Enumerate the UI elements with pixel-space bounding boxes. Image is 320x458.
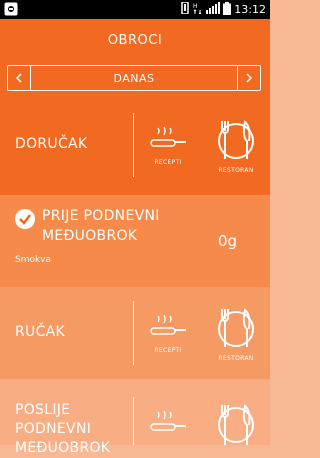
recepti-button[interactable]: RECEPTI	[148, 125, 188, 166]
signal-icon	[206, 2, 221, 17]
divider	[133, 113, 134, 177]
status-time: 13:12	[234, 3, 266, 16]
frying-pan-icon	[148, 126, 188, 157]
restoran-button[interactable]: RESTORAN	[214, 119, 258, 174]
divider	[133, 301, 134, 365]
recepti-label: RECEPTI	[154, 159, 182, 166]
restaurant-icon	[214, 120, 258, 165]
recepti-button[interactable]: RECEPTI	[148, 313, 188, 354]
page-title: OBROCI	[107, 32, 163, 48]
meal-name-line1: POSLIJE	[15, 402, 71, 418]
meal-row-poslije-podnevni[interactable]: POSLIJE PODNEVNI MEĐUOBROK	[0, 379, 270, 456]
food-item: Smokva	[15, 255, 52, 265]
meal-amount: 0g	[218, 232, 238, 250]
android-debug-icon	[3, 1, 19, 17]
recepti-label: RECEPTI	[154, 347, 182, 354]
meal-name-line2: MEĐUOBROK	[42, 228, 138, 244]
battery-icon	[223, 1, 232, 18]
meal-name-line1: PRIJE PODNEVNI	[42, 208, 160, 224]
app-bar: OBROCI	[0, 19, 270, 61]
restaurant-icon	[214, 308, 258, 353]
divider	[133, 397, 134, 445]
restoran-label: RESTORAN	[218, 167, 254, 174]
recepti-button[interactable]	[148, 409, 188, 441]
meal-name: DORUČAK	[15, 136, 88, 152]
meal-name: RUČAK	[15, 324, 66, 340]
meal-row-prije-podnevni[interactable]: PRIJE PODNEVNI MEĐUOBROK 0g Smokva	[0, 195, 270, 287]
restoran-button[interactable]: RESTORAN	[214, 307, 258, 362]
restoran-button[interactable]	[214, 401, 258, 449]
restaurant-icon	[214, 404, 258, 449]
status-bar: H 13:12	[0, 0, 270, 19]
meal-row-dorucak[interactable]: DORUČAK RECEPTI RESTORAN	[0, 95, 270, 195]
meal-name-line2: PODNEVNI	[15, 421, 92, 437]
restoran-label: RESTORAN	[218, 355, 254, 362]
meal-row-rucak[interactable]: RUČAK RECEPTI RESTORAN	[0, 287, 270, 379]
meal-name-line3: MEĐUOBROK	[15, 440, 111, 456]
date-selector[interactable]: DANAS	[7, 65, 261, 91]
frying-pan-icon	[148, 410, 188, 441]
date-label: DANAS	[113, 71, 155, 85]
frying-pan-icon	[148, 314, 188, 345]
data-icon: H	[193, 2, 203, 17]
check-icon	[15, 209, 35, 229]
svg-text:H: H	[193, 3, 198, 10]
chevron-left-icon[interactable]	[8, 66, 31, 90]
vibrate-icon	[180, 1, 190, 17]
date-navigator: DANAS	[0, 61, 270, 95]
chevron-right-icon[interactable]	[237, 66, 260, 90]
